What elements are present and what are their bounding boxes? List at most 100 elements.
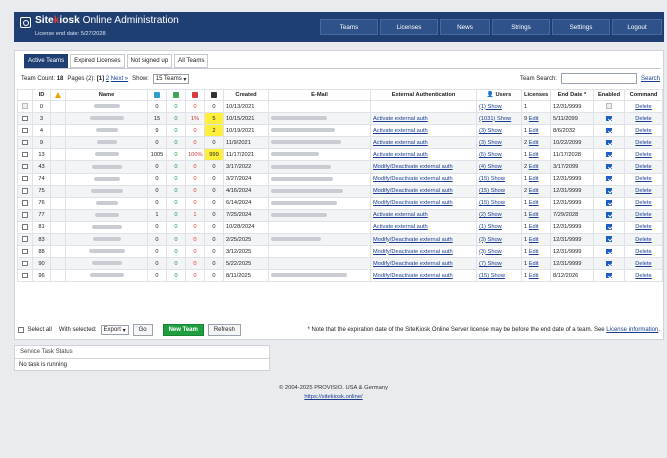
enabled-checkbox[interactable] <box>606 103 612 109</box>
enabled-checkbox[interactable] <box>606 200 612 206</box>
col-clients-online[interactable] <box>166 89 186 101</box>
row-checkbox[interactable] <box>22 188 28 194</box>
delete-link[interactable]: Delete <box>635 140 651 146</box>
refresh-button[interactable]: Refresh <box>207 324 241 336</box>
delete-link[interactable]: Delete <box>635 188 651 194</box>
external-auth-link[interactable]: Modify/Deactivate external auth <box>373 176 453 182</box>
enabled-checkbox[interactable] <box>606 260 612 267</box>
licenses-edit-link[interactable]: Edit <box>529 140 539 146</box>
delete-link[interactable]: Delete <box>635 249 651 255</box>
licenses-edit-link[interactable]: Edit <box>529 116 539 122</box>
licenses-edit-link[interactable]: Edit <box>529 249 539 255</box>
row-checkbox[interactable] <box>22 127 28 134</box>
licenses-edit-link[interactable]: Edit <box>529 164 539 170</box>
search-link[interactable]: Search <box>641 76 660 82</box>
external-auth-link[interactable]: Modify/Deactivate external auth <box>373 164 453 170</box>
col-clients-license[interactable] <box>204 89 224 101</box>
enabled-checkbox[interactable] <box>606 248 612 255</box>
users-show-link[interactable]: (2) Show <box>479 212 502 218</box>
licenses-edit-link[interactable]: Edit <box>529 261 539 267</box>
users-show-link[interactable]: (3) Show <box>479 249 502 255</box>
new-team-button[interactable]: New Team <box>162 324 204 336</box>
row-checkbox[interactable] <box>22 115 28 122</box>
row-checkbox[interactable] <box>22 151 28 158</box>
users-show-link[interactable]: (15) Show <box>479 273 505 279</box>
licenses-edit-link[interactable]: Edit <box>529 176 539 182</box>
licenses-edit-link[interactable]: Edit <box>529 224 539 230</box>
delete-link[interactable]: Delete <box>635 224 651 230</box>
go-button[interactable]: Go <box>132 324 153 336</box>
enabled-checkbox[interactable] <box>606 272 612 279</box>
enabled-checkbox[interactable] <box>606 127 612 134</box>
external-auth-link[interactable]: Modify/Deactivate external auth <box>373 249 453 255</box>
row-checkbox[interactable] <box>22 175 28 182</box>
delete-link[interactable]: Delete <box>635 164 651 170</box>
external-auth-link[interactable]: Activate external auth <box>373 128 428 134</box>
nav-strings[interactable]: Strings <box>492 19 550 35</box>
external-auth-link[interactable]: Modify/Deactivate external auth <box>373 261 453 267</box>
users-show-link[interactable]: (7) Show <box>479 261 502 267</box>
row-checkbox[interactable] <box>22 212 28 218</box>
license-information-link[interactable]: License information <box>606 327 658 333</box>
delete-link[interactable]: Delete <box>635 237 651 243</box>
users-show-link[interactable]: (1) Show <box>479 104 502 110</box>
footer-link[interactable]: https://sitekiosk.online/ <box>304 394 362 400</box>
delete-link[interactable]: Delete <box>635 200 651 206</box>
licenses-edit-link[interactable]: Edit <box>529 273 539 279</box>
nav-news[interactable]: News <box>440 19 490 35</box>
select-all-checkbox[interactable] <box>18 327 24 333</box>
external-auth-link[interactable]: Modify/Deactivate external auth <box>373 188 453 194</box>
nav-licenses[interactable]: Licenses <box>380 19 438 35</box>
row-checkbox[interactable] <box>22 163 28 170</box>
row-checkbox[interactable] <box>22 260 28 267</box>
row-checkbox[interactable] <box>22 272 28 279</box>
row-checkbox[interactable] <box>22 248 28 255</box>
page-2-link[interactable]: 2 <box>106 76 109 82</box>
enabled-checkbox[interactable] <box>606 188 612 194</box>
licenses-edit-link[interactable]: Edit <box>529 128 539 134</box>
page-size-select[interactable]: 15 Teams ▾ <box>152 74 190 84</box>
external-auth-link[interactable]: Activate external auth <box>373 116 428 122</box>
row-checkbox[interactable] <box>22 224 28 230</box>
users-show-link[interactable]: (15) Show <box>479 176 505 182</box>
users-show-link[interactable]: (5) Show <box>479 152 502 158</box>
users-show-link[interactable]: (3) Show <box>479 237 502 243</box>
users-show-link[interactable]: (15) Show <box>479 188 505 194</box>
enabled-checkbox[interactable] <box>606 212 612 218</box>
licenses-edit-link[interactable]: Edit <box>529 152 539 158</box>
licenses-edit-link[interactable]: Edit <box>529 200 539 206</box>
enabled-checkbox[interactable] <box>606 139 612 146</box>
col-email[interactable]: E-Mail <box>268 89 371 101</box>
bulk-action-select[interactable]: Export ▾ <box>100 325 129 335</box>
external-auth-link[interactable]: Modify/Deactivate external auth <box>373 237 453 243</box>
delete-link[interactable]: Delete <box>635 176 651 182</box>
enabled-checkbox[interactable] <box>606 115 612 122</box>
tab-expired-licenses[interactable]: Expired Licenses <box>70 54 125 68</box>
col-created[interactable]: Created <box>223 89 269 101</box>
external-auth-link[interactable]: Activate external auth <box>373 152 428 158</box>
licenses-edit-link[interactable]: Edit <box>529 237 539 243</box>
next-page-link[interactable]: Next » <box>111 76 128 82</box>
users-show-link[interactable]: (3) Show <box>479 140 502 146</box>
col-name[interactable]: Name <box>65 89 148 101</box>
delete-link[interactable]: Delete <box>635 273 651 279</box>
external-auth-link[interactable]: Activate external auth <box>373 224 428 230</box>
col-clients-total[interactable] <box>147 89 167 101</box>
delete-link[interactable]: Delete <box>635 212 651 218</box>
delete-link[interactable]: Delete <box>635 116 651 122</box>
delete-link[interactable]: Delete <box>635 152 651 158</box>
external-auth-link[interactable]: Modify/Deactivate external auth <box>373 200 453 206</box>
enabled-checkbox[interactable] <box>606 224 612 230</box>
row-checkbox[interactable] <box>22 200 28 206</box>
tab-all-teams[interactable]: All Teams <box>174 54 209 68</box>
nav-logout[interactable]: Logout <box>612 19 662 35</box>
external-auth-link[interactable]: Modify/Deactivate external auth <box>373 273 453 279</box>
nav-teams[interactable]: Teams <box>320 19 378 35</box>
row-checkbox[interactable] <box>22 236 28 242</box>
col-id[interactable]: ID <box>32 89 51 101</box>
col-clients-offline[interactable] <box>185 89 205 101</box>
nav-settings[interactable]: Settings <box>552 19 610 35</box>
licenses-edit-link[interactable]: Edit <box>529 188 539 194</box>
tab-not-signed-up[interactable]: Not signed up <box>126 54 173 68</box>
external-auth-link[interactable]: Activate external auth <box>373 140 428 146</box>
